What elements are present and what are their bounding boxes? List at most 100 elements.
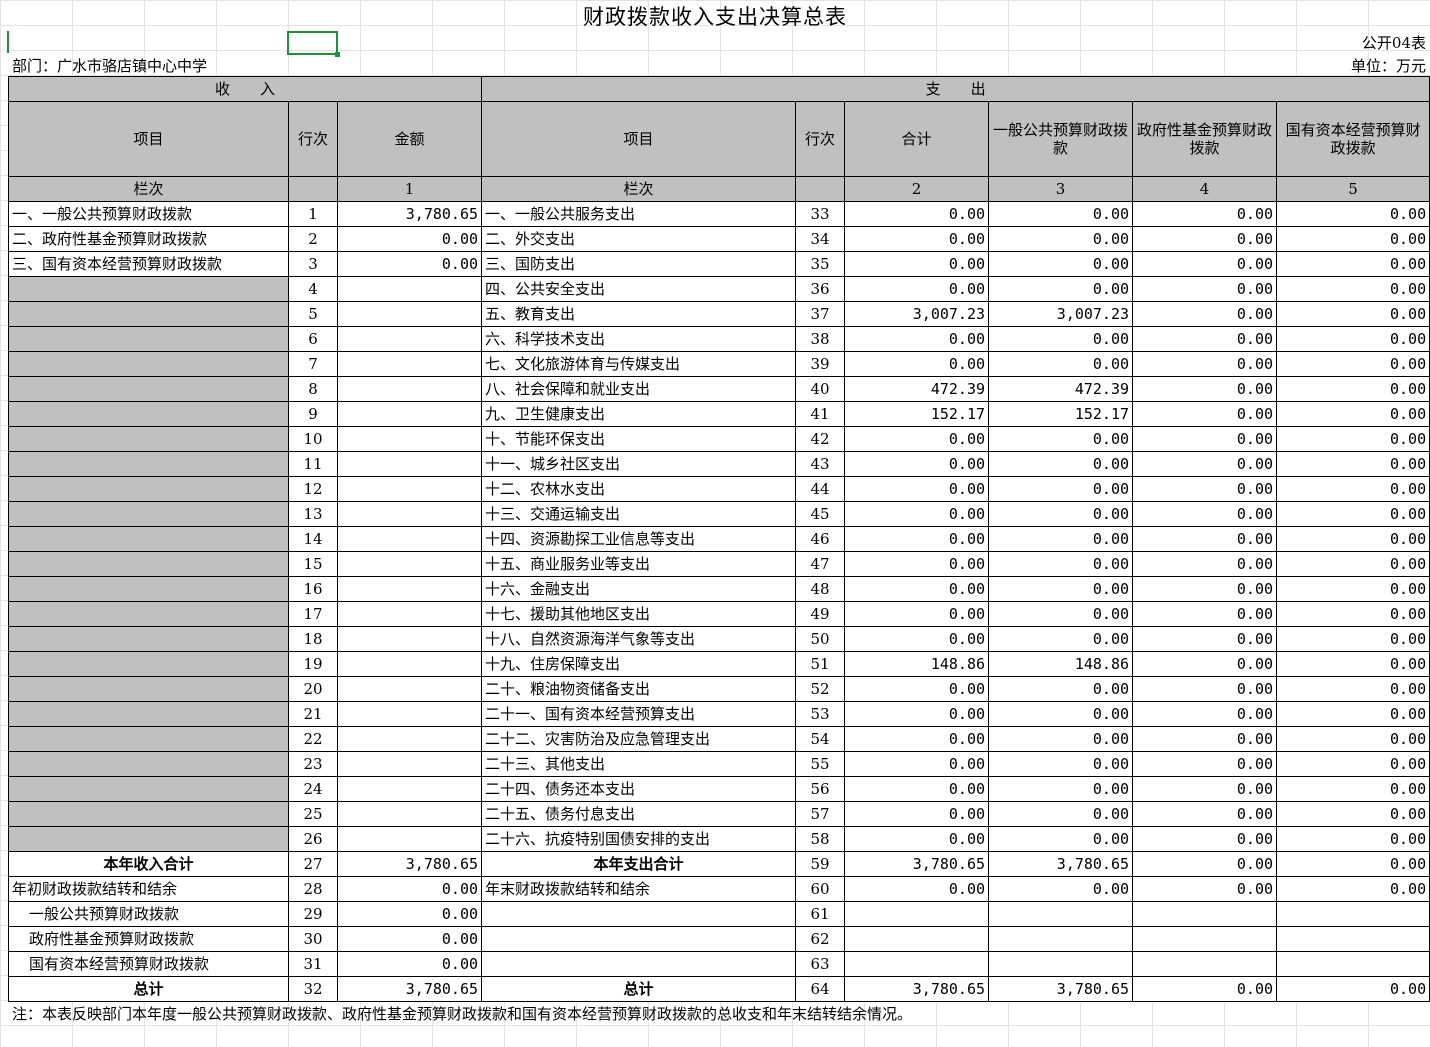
expense-row-no-cell[interactable]: 40 xyxy=(795,376,846,402)
income-amount-cell[interactable] xyxy=(336,701,483,727)
expense-state-capital-cell[interactable]: 0.00 xyxy=(1276,576,1430,602)
income-item-cell[interactable] xyxy=(8,426,289,452)
income-amount-cell[interactable] xyxy=(336,351,483,377)
expense-gov-fund-cell[interactable]: 0.00 xyxy=(1132,701,1278,727)
expense-total-cell[interactable]: 0.00 xyxy=(844,726,990,752)
expense-general-cell[interactable]: 0.00 xyxy=(988,601,1134,627)
income-item-cell[interactable] xyxy=(8,751,289,777)
expense-state-capital-cell[interactable] xyxy=(1276,901,1430,927)
income-amount-cell[interactable]: 3,780.65 xyxy=(336,851,483,877)
income-row-no-cell[interactable]: 10 xyxy=(288,426,338,452)
expense-row-no-cell[interactable]: 37 xyxy=(795,301,846,327)
expense-item-cell[interactable]: 二十二、灾害防治及应急管理支出 xyxy=(481,726,797,752)
expense-gov-fund-cell[interactable]: 0.00 xyxy=(1132,376,1278,402)
expense-total-cell[interactable]: 0.00 xyxy=(844,251,990,277)
expense-general-cell[interactable]: 0.00 xyxy=(988,476,1134,502)
income-row-no-cell[interactable]: 1 xyxy=(288,201,338,227)
income-amount-cell[interactable] xyxy=(336,451,483,477)
expense-row-no-cell[interactable]: 57 xyxy=(795,801,846,827)
expense-item-cell[interactable]: 十九、住房保障支出 xyxy=(481,651,797,677)
income-item-cell[interactable] xyxy=(8,801,289,827)
expense-total-cell[interactable]: 0.00 xyxy=(844,551,990,577)
expense-item-cell[interactable]: 四、公共安全支出 xyxy=(481,276,797,302)
expense-general-cell[interactable]: 0.00 xyxy=(988,551,1134,577)
expense-general-cell[interactable]: 0.00 xyxy=(988,576,1134,602)
expense-general-cell[interactable] xyxy=(988,901,1134,927)
expense-gov-fund-cell[interactable]: 0.00 xyxy=(1132,301,1278,327)
expense-gov-fund-cell[interactable]: 0.00 xyxy=(1132,226,1278,252)
income-amount-cell[interactable] xyxy=(336,401,483,427)
income-amount-cell[interactable] xyxy=(336,276,483,302)
expense-general-cell[interactable]: 0.00 xyxy=(988,251,1134,277)
expense-item-cell[interactable]: 十二、农林水支出 xyxy=(481,476,797,502)
income-row-no-cell[interactable]: 3 xyxy=(288,251,338,277)
expense-item-cell[interactable]: 八、社会保障和就业支出 xyxy=(481,376,797,402)
income-item-cell[interactable] xyxy=(8,576,289,602)
expense-state-capital-cell[interactable]: 0.00 xyxy=(1276,751,1430,777)
expense-item-cell[interactable]: 十四、资源勘探工业信息等支出 xyxy=(481,526,797,552)
income-amount-cell[interactable] xyxy=(336,726,483,752)
expense-total-cell[interactable]: 3,780.65 xyxy=(844,976,990,1002)
expense-total-cell[interactable]: 0.00 xyxy=(844,826,990,852)
income-row-no-cell[interactable]: 28 xyxy=(288,876,338,902)
expense-row-no-cell[interactable]: 64 xyxy=(795,976,846,1002)
expense-general-cell[interactable]: 0.00 xyxy=(988,351,1134,377)
expense-general-cell[interactable]: 0.00 xyxy=(988,676,1134,702)
income-amount-cell[interactable] xyxy=(336,551,483,577)
expense-general-cell[interactable]: 0.00 xyxy=(988,276,1134,302)
expense-item-cell[interactable]: 二、外交支出 xyxy=(481,226,797,252)
expense-general-cell[interactable]: 0.00 xyxy=(988,701,1134,727)
expense-row-no-cell[interactable]: 49 xyxy=(795,601,846,627)
expense-row-no-cell[interactable]: 59 xyxy=(795,851,846,877)
expense-gov-fund-cell[interactable]: 0.00 xyxy=(1132,876,1278,902)
income-amount-cell[interactable] xyxy=(336,326,483,352)
expense-state-capital-cell[interactable]: 0.00 xyxy=(1276,251,1430,277)
expense-total-cell[interactable]: 0.00 xyxy=(844,626,990,652)
expense-general-cell[interactable]: 0.00 xyxy=(988,876,1134,902)
income-row-no-cell[interactable]: 23 xyxy=(288,751,338,777)
expense-gov-fund-cell[interactable]: 0.00 xyxy=(1132,326,1278,352)
expense-item-cell[interactable]: 十五、商业服务业等支出 xyxy=(481,551,797,577)
expense-item-cell[interactable]: 三、国防支出 xyxy=(481,251,797,277)
income-row-no-cell[interactable]: 32 xyxy=(288,976,338,1002)
expense-state-capital-cell[interactable]: 0.00 xyxy=(1276,351,1430,377)
expense-general-cell[interactable]: 0.00 xyxy=(988,626,1134,652)
income-item-cell[interactable] xyxy=(8,301,289,327)
expense-gov-fund-cell[interactable]: 0.00 xyxy=(1132,576,1278,602)
income-item-cell[interactable]: 总计 xyxy=(8,976,289,1002)
income-item-cell[interactable] xyxy=(8,626,289,652)
income-item-cell[interactable] xyxy=(8,476,289,502)
income-amount-cell[interactable] xyxy=(336,676,483,702)
expense-total-cell[interactable]: 0.00 xyxy=(844,276,990,302)
expense-state-capital-cell[interactable]: 0.00 xyxy=(1276,701,1430,727)
expense-gov-fund-cell[interactable]: 0.00 xyxy=(1132,251,1278,277)
expense-gov-fund-cell[interactable]: 0.00 xyxy=(1132,626,1278,652)
expense-state-capital-cell[interactable]: 0.00 xyxy=(1276,226,1430,252)
expense-gov-fund-cell[interactable]: 0.00 xyxy=(1132,501,1278,527)
expense-total-cell[interactable]: 0.00 xyxy=(844,326,990,352)
expense-row-no-cell[interactable]: 46 xyxy=(795,526,846,552)
expense-total-cell[interactable]: 0.00 xyxy=(844,201,990,227)
expense-general-cell[interactable]: 148.86 xyxy=(988,651,1134,677)
expense-total-cell[interactable]: 148.86 xyxy=(844,651,990,677)
expense-general-cell[interactable]: 0.00 xyxy=(988,726,1134,752)
expense-total-cell[interactable]: 0.00 xyxy=(844,576,990,602)
income-amount-cell[interactable] xyxy=(336,376,483,402)
income-amount-cell[interactable]: 0.00 xyxy=(336,876,483,902)
income-row-no-cell[interactable]: 6 xyxy=(288,326,338,352)
expense-total-cell[interactable] xyxy=(844,901,990,927)
expense-item-cell[interactable] xyxy=(481,926,797,952)
expense-state-capital-cell[interactable]: 0.00 xyxy=(1276,426,1430,452)
income-row-no-cell[interactable]: 12 xyxy=(288,476,338,502)
expense-gov-fund-cell[interactable]: 0.00 xyxy=(1132,751,1278,777)
expense-item-cell[interactable]: 十、节能环保支出 xyxy=(481,426,797,452)
income-amount-cell[interactable] xyxy=(336,501,483,527)
expense-item-cell[interactable]: 六、科学技术支出 xyxy=(481,326,797,352)
expense-total-cell[interactable] xyxy=(844,951,990,977)
expense-state-capital-cell[interactable]: 0.00 xyxy=(1276,301,1430,327)
expense-item-cell[interactable] xyxy=(481,951,797,977)
expense-item-cell[interactable]: 九、卫生健康支出 xyxy=(481,401,797,427)
expense-state-capital-cell[interactable] xyxy=(1276,951,1430,977)
expense-gov-fund-cell[interactable]: 0.00 xyxy=(1132,976,1278,1002)
expense-row-no-cell[interactable]: 45 xyxy=(795,501,846,527)
